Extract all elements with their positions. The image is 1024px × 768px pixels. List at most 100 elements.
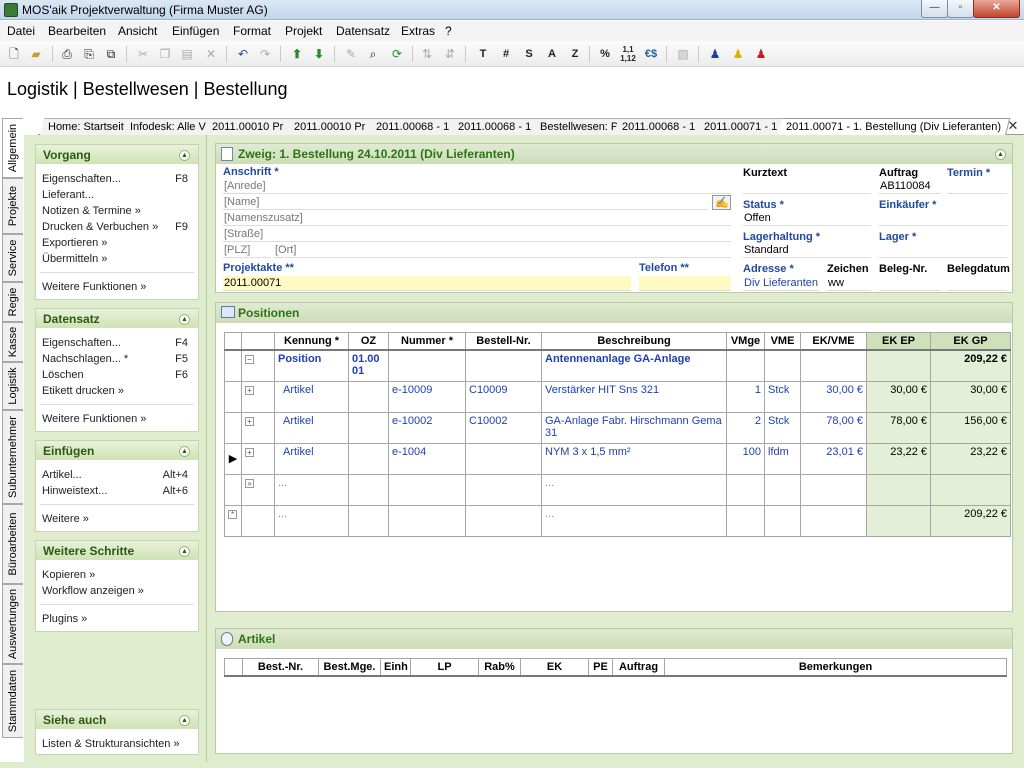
column-header[interactable]: PE xyxy=(588,658,613,677)
menu-uebermitteln[interactable]: Übermitteln » xyxy=(42,253,107,265)
format-a-button[interactable]: A xyxy=(543,45,561,63)
belegnr-field[interactable] xyxy=(879,276,941,291)
status-field[interactable]: Offen xyxy=(743,211,871,226)
vtab-bueroarbeiten[interactable]: Büroarbeiten xyxy=(2,504,23,584)
cell-ekep[interactable]: 23,22 € xyxy=(866,442,931,475)
cell-beschreibung[interactable]: ... xyxy=(541,504,727,537)
cell-ekvme[interactable]: 30,00 € xyxy=(800,380,867,413)
menu-workflow-anzeigen[interactable]: Workflow anzeigen » xyxy=(42,585,144,597)
einkaeufer-field[interactable] xyxy=(879,211,1007,226)
menu-lieferant[interactable]: Lieferant... xyxy=(42,189,94,201)
menu-datei[interactable]: Datei xyxy=(7,24,35,38)
cell-beschreibung[interactable]: ... xyxy=(541,473,727,506)
copy-icon[interactable]: ❐ xyxy=(156,45,174,63)
row-indicator[interactable] xyxy=(224,473,242,506)
edit-icon[interactable]: ✎ xyxy=(342,45,360,63)
cell-oz[interactable] xyxy=(348,380,389,413)
decimal-format-button[interactable]: 1,1 1,12 xyxy=(619,45,637,63)
tree-cell[interactable]: + xyxy=(241,380,275,413)
cell-vmge[interactable]: 100 xyxy=(726,442,765,475)
menu-help[interactable]: ? xyxy=(445,24,452,38)
cell-nummer[interactable] xyxy=(388,349,466,382)
projektakte-field[interactable]: 2011.00071 xyxy=(223,276,631,291)
menu-projekt[interactable]: Projekt xyxy=(285,24,322,38)
belegdatum-field[interactable] xyxy=(947,276,1007,291)
column-header[interactable]: Best.-Nr. xyxy=(242,658,319,677)
close-tab-icon[interactable]: ✕ xyxy=(1006,118,1020,134)
cell-ekgp-total[interactable]: 209,22 € xyxy=(930,504,1011,537)
cell-bestell[interactable] xyxy=(465,504,542,537)
user-red-icon[interactable]: ♟ xyxy=(752,45,770,63)
plz-field[interactable]: [PLZ] xyxy=(223,243,271,258)
cell-beschreibung[interactable]: NYM 3 x 1,5 mm² xyxy=(541,442,727,475)
vtab-allgemein[interactable]: Allgemein xyxy=(2,118,23,178)
column-header[interactable]: EK GP xyxy=(930,332,1011,351)
cell-nummer[interactable] xyxy=(388,504,466,537)
tree-cell[interactable]: » xyxy=(241,473,275,506)
collapse-icon[interactable]: ▲ xyxy=(179,546,190,557)
cell-kennung[interactable]: ... xyxy=(274,504,349,537)
cell-vmge[interactable] xyxy=(726,349,765,382)
cell-kennung[interactable]: Artikel xyxy=(274,411,349,444)
menu-plugins[interactable]: Plugins » xyxy=(42,613,87,625)
tab-bestellwesen[interactable]: Bestellwesen: P xyxy=(532,118,621,135)
cell-beschreibung[interactable]: GA-Anlage Fabr. Hirschmann Gema 31 xyxy=(541,411,727,444)
menu-eigenschaften[interactable]: Eigenschaften... xyxy=(42,173,121,185)
menu-weitere-funktionen[interactable]: Weitere Funktionen » xyxy=(42,413,146,425)
zeichen-field[interactable]: ww xyxy=(827,276,871,291)
tab-home[interactable]: Home: Startseite xyxy=(40,118,129,135)
vtab-logistik[interactable]: Logistik xyxy=(2,362,23,410)
cell-nummer[interactable]: e-10009 xyxy=(388,380,466,413)
cell-ekgp[interactable]: 23,22 € xyxy=(930,442,1011,475)
sort-descending-icon[interactable]: ⇵ xyxy=(441,45,459,63)
cell-oz[interactable] xyxy=(348,504,389,537)
currency-button[interactable]: €$ xyxy=(642,45,660,63)
cell-oz[interactable] xyxy=(348,411,389,444)
tab-2011-00010-b[interactable]: 2011.00010 Pr xyxy=(286,118,375,135)
minimize-button[interactable]: — xyxy=(921,0,948,18)
tab-2011-00010-a[interactable]: 2011.00010 Pr xyxy=(204,118,293,135)
cut-icon[interactable]: ✂ xyxy=(134,45,152,63)
format-s-button[interactable]: S xyxy=(520,45,538,63)
close-window-button[interactable]: ✕ xyxy=(973,0,1020,18)
table-row[interactable]: − Position 01.00 01 Antennenanlage GA-An… xyxy=(224,349,1011,382)
undo-icon[interactable]: ↶ xyxy=(234,45,252,63)
menu-nachschlagen[interactable]: Nachschlagen... * xyxy=(42,353,128,365)
address-lookup-icon[interactable]: ✍ xyxy=(712,195,731,210)
open-folder-icon[interactable]: ▰ xyxy=(27,45,45,63)
menu-kopieren[interactable]: Kopieren » xyxy=(42,569,95,581)
delete-icon[interactable]: ✕ xyxy=(202,45,220,63)
collapse-node-icon[interactable]: − xyxy=(245,355,254,364)
cell-vme[interactable]: Stck xyxy=(764,411,801,444)
menu-hinweistext[interactable]: Hinweistext... xyxy=(42,485,107,497)
column-header[interactable]: EK/VME xyxy=(800,332,867,351)
tab-2011-00068-c[interactable]: 2011.00068 - 1 xyxy=(614,118,703,135)
ort-field[interactable]: [Ort] xyxy=(274,243,731,258)
cell-oz[interactable]: 01.00 01 xyxy=(348,349,389,382)
table-row-current[interactable]: ▶ + Artikel e-1004 NYM 3 x 1,5 mm² 100 l… xyxy=(224,442,1011,475)
cell-vme[interactable] xyxy=(764,349,801,382)
collapse-icon[interactable]: ▲ xyxy=(179,715,190,726)
cell-ekvme[interactable] xyxy=(800,504,867,537)
expand-node-icon[interactable]: + xyxy=(245,385,254,395)
adresse-field[interactable]: Div Lieferanten xyxy=(743,276,819,291)
cell-ekgp[interactable] xyxy=(930,473,1011,506)
tab-2011-00071-a[interactable]: 2011.00071 - 1 xyxy=(696,118,785,135)
new-row-indicator[interactable]: * xyxy=(224,504,242,537)
cell-kennung[interactable]: Artikel xyxy=(274,442,349,475)
anrede-field[interactable]: [Anrede] xyxy=(223,179,731,194)
telefon-field[interactable] xyxy=(639,276,731,291)
column-header[interactable]: Nummer * xyxy=(388,332,466,351)
cell-nummer[interactable]: e-10002 xyxy=(388,411,466,444)
cell-vme[interactable] xyxy=(764,473,801,506)
current-row-arrow-icon[interactable]: ▶ xyxy=(224,442,242,475)
menu-listen-strukturansichten[interactable]: Listen & Strukturansichten » xyxy=(42,738,180,750)
vtab-auswertungen[interactable]: Auswertungen xyxy=(2,584,23,664)
cell-ekvme[interactable]: 78,00 € xyxy=(800,411,867,444)
cell-vmge[interactable] xyxy=(726,473,765,506)
column-header[interactable]: Auftrag xyxy=(612,658,665,677)
move-down-icon[interactable]: ⬇ xyxy=(310,45,328,63)
new-document-icon[interactable]: 🗋 xyxy=(5,45,23,63)
vtab-regie[interactable]: Regie xyxy=(2,282,23,322)
cell-bestell[interactable] xyxy=(465,349,542,382)
